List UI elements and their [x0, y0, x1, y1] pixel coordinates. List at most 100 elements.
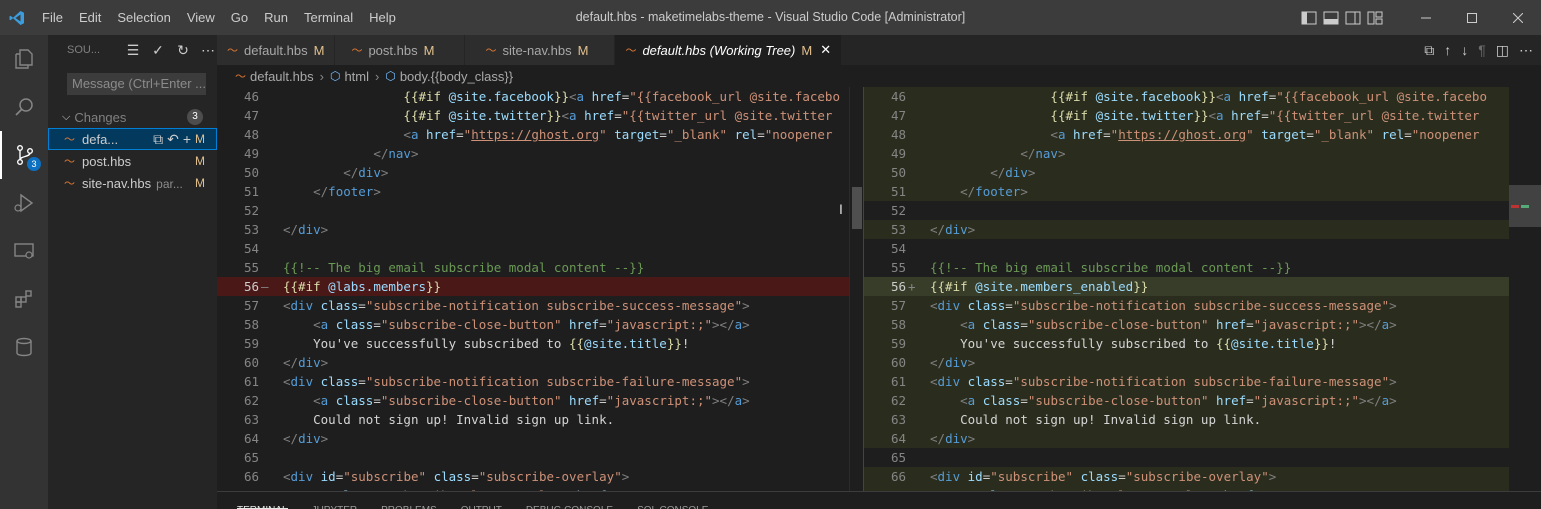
menu-help[interactable]: Help — [361, 0, 404, 35]
vscode-logo-icon[interactable] — [0, 0, 34, 35]
code-text: </div> — [930, 355, 976, 370]
handlebars-file-icon: 〜 — [64, 156, 75, 168]
line-number: 48 — [890, 127, 906, 142]
changed-file-post-hbs[interactable]: 〜 post.hbs M — [48, 150, 217, 172]
text-cursor-icon: I — [839, 201, 843, 217]
panel-tab-output[interactable]: OUTPUT — [461, 492, 502, 509]
file-name: post.hbs — [82, 153, 132, 169]
tab-site-nav-hbs[interactable]: 〜 site-nav.hbs M — [465, 35, 616, 65]
breadcrumb-file[interactable]: default.hbs — [250, 69, 314, 84]
source-control-icon[interactable]: 3 — [0, 131, 48, 179]
toggle-whitespace-icon[interactable]: ¶ — [1478, 42, 1486, 58]
close-tab-icon[interactable]: ✕ — [820, 42, 831, 58]
changes-group[interactable]: ⌵ Changes 3 — [48, 106, 217, 128]
close-window-button[interactable] — [1495, 0, 1541, 35]
code-text: </div> — [283, 431, 329, 446]
panel-tab-debug-console[interactable]: DEBUG CONSOLE — [526, 492, 613, 509]
extensions-icon[interactable] — [0, 275, 48, 323]
search-icon[interactable] — [0, 83, 48, 131]
menu-selection[interactable]: Selection — [109, 0, 178, 35]
line-number: 57 — [243, 298, 259, 313]
tab-default-hbs[interactable]: 〜 default.hbs M — [217, 35, 336, 65]
explorer-icon[interactable] — [0, 35, 48, 83]
panel-tab-sql-console[interactable]: SQL CONSOLE — [637, 492, 708, 509]
code-text: {{#if @site.members_enabled}} — [930, 279, 1149, 294]
tab-post-hbs[interactable]: 〜 post.hbs M — [335, 35, 466, 65]
stage-changes-icon[interactable]: + — [183, 131, 191, 148]
line-number: 56 — [890, 279, 906, 294]
toggle-secondary-sidebar-icon[interactable] — [1345, 11, 1361, 25]
discard-changes-icon[interactable]: ↶ — [167, 131, 179, 148]
modified-code-pane[interactable]: 46 {{#if @site.facebook}}<a href="{{face… — [863, 87, 1541, 491]
panel-tab-terminal[interactable]: TERMINAL — [237, 492, 288, 509]
line-number: 47 — [890, 108, 906, 123]
line-number: 52 — [243, 203, 259, 218]
split-editor-icon[interactable]: ◫ — [1496, 42, 1509, 59]
menu-terminal[interactable]: Terminal — [296, 0, 361, 35]
line-number: 54 — [890, 241, 906, 256]
database-icon[interactable] — [0, 323, 48, 371]
code-text: </nav> — [1020, 146, 1066, 161]
code-line: 50 </div> — [217, 163, 863, 182]
deletion-marker — [1511, 205, 1519, 208]
toggle-primary-sidebar-icon[interactable] — [1301, 11, 1317, 25]
commit-message-input[interactable]: Message (Ctrl+Enter ... — [67, 73, 206, 95]
line-number: 48 — [243, 127, 259, 142]
panel-tab-problems[interactable]: PROBLEMS — [381, 492, 437, 509]
code-text: <a href="https://ghost.org" target="_bla… — [1050, 127, 1480, 142]
line-number: 50 — [890, 165, 906, 180]
overview-ruler[interactable] — [1509, 87, 1541, 491]
menu-file[interactable]: File — [34, 0, 71, 35]
commit-check-icon[interactable]: ✓ — [149, 42, 167, 59]
breadcrumb-html[interactable]: html — [344, 69, 369, 84]
code-line: 61 <div class="subscribe-notification sub… — [864, 372, 1541, 391]
code-text: </footer> — [313, 184, 381, 199]
open-file-icon[interactable]: ⧉ — [153, 131, 163, 148]
previous-change-icon[interactable]: ↑ — [1444, 42, 1451, 58]
view-as-tree-icon[interactable]: ☰ — [124, 42, 142, 59]
run-debug-icon[interactable] — [0, 179, 48, 227]
file-name: site-nav.hbs par... — [82, 175, 183, 191]
insertion-marker — [1521, 205, 1529, 208]
customize-layout-icon[interactable] — [1367, 11, 1383, 25]
changes-label: Changes — [74, 109, 127, 125]
code-line: 56— {{#if @labs.members}} — [217, 277, 863, 296]
left-scrollbar[interactable] — [849, 87, 863, 491]
scrollbar-thumb[interactable] — [852, 187, 862, 229]
sidebar-title: SOU... — [67, 44, 101, 56]
original-code-pane[interactable]: 46 {{#if @site.facebook}}<a href="{{face… — [217, 87, 863, 491]
more-actions-icon[interactable]: ⋯ — [199, 42, 217, 59]
code-text: </div> — [990, 165, 1036, 180]
line-number: 65 — [890, 450, 906, 465]
next-change-icon[interactable]: ↓ — [1461, 42, 1468, 58]
tab-label: default.hbs — [244, 42, 308, 58]
more-actions-icon[interactable]: ⋯ — [1519, 42, 1533, 59]
refresh-icon[interactable]: ↻ — [174, 42, 192, 59]
code-line: 48 <a href="https://ghost.org" target="_… — [217, 125, 863, 144]
maximize-button[interactable] — [1449, 0, 1495, 35]
panel-tab-jupyter[interactable]: JUPYTER — [312, 492, 358, 509]
code-text: {{#if @site.facebook}}<a href="{{faceboo… — [403, 89, 840, 104]
menu-edit[interactable]: Edit — [71, 0, 109, 35]
diff-marker: — — [261, 279, 269, 294]
code-line: 62 <a class="subscribe-close-button" hre… — [217, 391, 863, 410]
changed-file-default-hbs[interactable]: 〜 defa... ⧉ ↶ + M — [48, 128, 217, 150]
menu-view[interactable]: View — [179, 0, 223, 35]
toggle-panel-icon[interactable] — [1323, 11, 1339, 25]
line-number: 62 — [243, 393, 259, 408]
changed-file-site-nav-hbs[interactable]: 〜 site-nav.hbs par... M — [48, 172, 217, 194]
minimize-button[interactable] — [1403, 0, 1449, 35]
breadcrumb-body[interactable]: body.{{body_class}} — [400, 69, 513, 84]
menu-go[interactable]: Go — [223, 0, 256, 35]
handlebars-file-icon: 〜 — [64, 134, 75, 146]
code-text: </div> — [283, 355, 329, 370]
tab-default-hbs-working-tree[interactable]: 〜 default.hbs (Working Tree) M ✕ — [615, 35, 843, 65]
line-number: 57 — [890, 298, 906, 313]
remote-explorer-icon[interactable] — [0, 227, 48, 275]
menu-run[interactable]: Run — [256, 0, 296, 35]
code-text: {{#if @site.twitter}}<a href="{{twitter_… — [403, 108, 833, 123]
tab-modified: M — [577, 42, 589, 58]
line-number: 46 — [243, 89, 259, 104]
open-file-icon[interactable]: ⧉ — [1424, 42, 1434, 59]
code-line: 50 </div> — [864, 163, 1541, 182]
